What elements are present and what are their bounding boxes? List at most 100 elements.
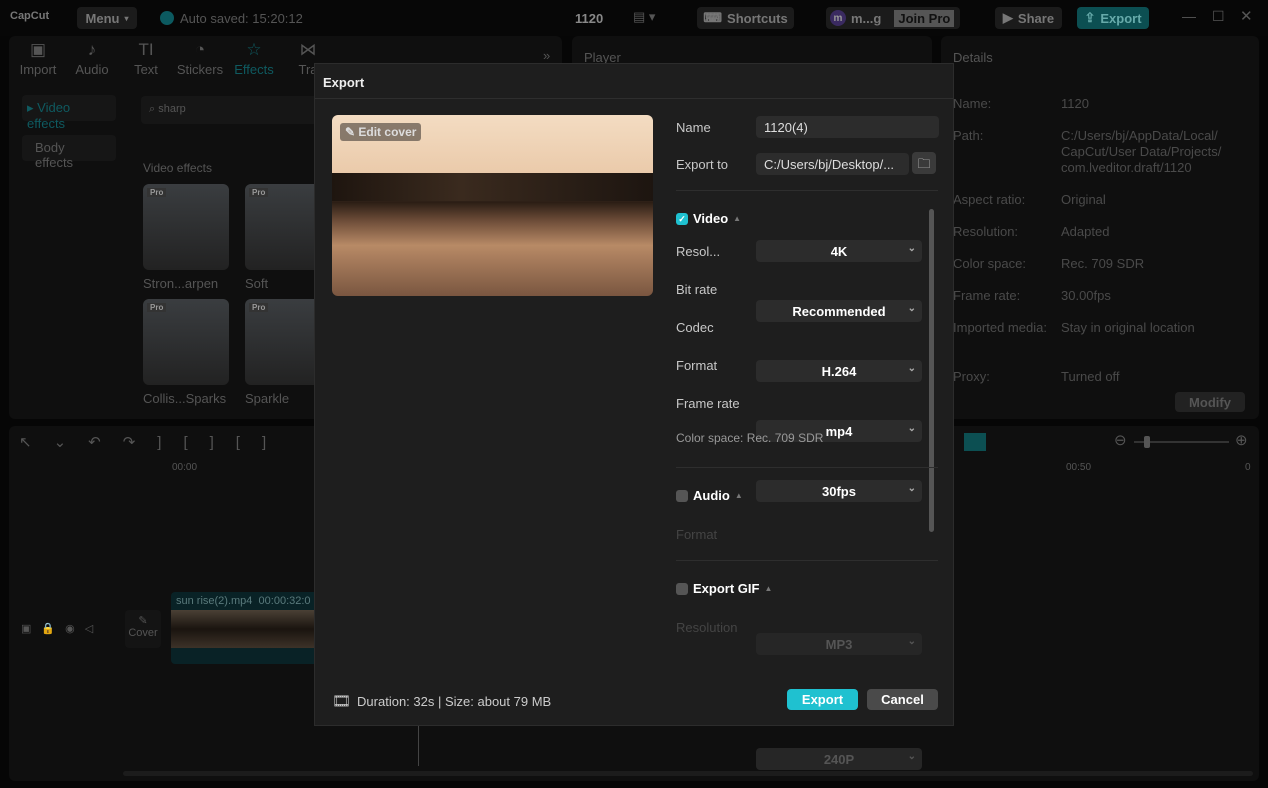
zoom-slider[interactable] — [1134, 436, 1229, 448]
bitrate-select[interactable]: Recommended ⌄ — [756, 300, 922, 322]
modify-button[interactable]: Modify — [1175, 392, 1245, 412]
resolution-select[interactable]: 4K ⌄ — [756, 240, 922, 262]
tab-label: Effects — [234, 62, 274, 77]
gif-section-toggle[interactable]: Export GIF ▲ — [676, 581, 772, 596]
details-list: Name: 1120 Path: C:/Users/bj/AppData/Local… — [953, 96, 1243, 384]
sidebar-item-body-effects[interactable]: Body effects — [22, 135, 116, 170]
check-circle-icon — [160, 11, 174, 25]
zoom-out-icon[interactable]: ⊖ — [1114, 431, 1127, 449]
folder-icon[interactable]: 🗀 — [912, 152, 936, 174]
settings-scrollbar[interactable] — [929, 209, 934, 532]
export-path-input[interactable]: C:/Users/bj/Desktop/... — [756, 153, 909, 175]
export-button[interactable]: Export — [787, 689, 858, 710]
zoom-in-icon[interactable]: ⊕ — [1235, 431, 1248, 449]
details-title: Details — [953, 50, 993, 65]
select-value: 240P — [823, 751, 855, 767]
pro-badge: Pro — [249, 303, 269, 312]
detail-key: Aspect ratio: — [953, 192, 1026, 207]
chevron-down-icon: ⌄ — [907, 243, 916, 254]
video-checkbox[interactable]: ✓ — [676, 212, 688, 225]
link-toggle-icon[interactable] — [964, 433, 986, 451]
edit-cover-button[interactable]: ✎ Edit cover — [340, 123, 422, 141]
detail-key: Proxy: — [953, 369, 990, 384]
tab-import[interactable]: ▣ Import — [11, 40, 65, 77]
transitions-icon: ⋈ — [299, 40, 317, 59]
more-tabs-icon[interactable]: » — [543, 48, 550, 63]
format-label: Format — [676, 358, 718, 373]
detail-key: Name: — [953, 96, 992, 111]
audio-icon: ♪ — [87, 40, 97, 59]
chevron-down-icon: ⌄ — [907, 751, 916, 762]
audio-section-toggle[interactable]: Audio ▲ — [676, 488, 743, 503]
minimize-icon[interactable]: — — [1182, 8, 1196, 24]
collapse-caret-icon: ▲ — [764, 584, 773, 593]
divider — [315, 98, 953, 99]
chevron-down-icon: ▾ — [124, 13, 129, 23]
close-icon[interactable]: ✕ — [1240, 7, 1253, 25]
video-section-toggle[interactable]: ✓ Video ▲ — [676, 211, 741, 226]
bitrate-label: Bit rate — [676, 282, 718, 297]
detail-key: Resolution: — [953, 224, 1019, 239]
layout-icon[interactable]: ▤ ▾ — [633, 9, 655, 25]
zoom-slider-handle[interactable] — [1144, 436, 1150, 448]
tab-effects[interactable]: ☆ Effects — [227, 40, 281, 77]
audio-checkbox[interactable] — [676, 489, 688, 502]
edit-icon: ✎ — [138, 615, 148, 627]
cover-button[interactable]: ✎ Cover — [125, 610, 161, 648]
track-controls[interactable]: ▣🔒◉◁ — [21, 622, 103, 635]
detail-row: Color space: Rec. 709 SDR — [953, 256, 1243, 288]
collapse-caret-icon: ▲ — [733, 214, 742, 223]
gif-checkbox[interactable] — [676, 582, 688, 595]
detail-row: Imported media: Stay in original location — [953, 320, 1243, 369]
chevron-down-icon: ⌄ — [907, 483, 916, 494]
menu-button[interactable]: Menu ▾ — [77, 7, 137, 29]
horizontal-scrollbar[interactable] — [123, 771, 1253, 776]
gif-resolution-select[interactable]: 240P ⌄ — [756, 748, 922, 770]
framerate-select[interactable]: 30fps ⌄ — [756, 480, 922, 502]
codec-select[interactable]: H.264 ⌄ — [756, 360, 922, 382]
effect-card[interactable]: Pro Stron...arpen — [143, 184, 229, 291]
video-clip[interactable]: sun rise(2).mp4 00:00:32:0 — [171, 592, 321, 664]
gif-resolution-label: Resolution — [676, 620, 738, 635]
pro-badge: Pro — [147, 188, 167, 197]
sidebar-item-video-effects[interactable]: ▸ Video effects — [22, 95, 116, 131]
effects-icon: ☆ — [246, 40, 262, 59]
detail-row: Resolution: Adapted — [953, 224, 1243, 256]
detail-key: Path: — [953, 128, 984, 143]
share-button[interactable]: ▶ Share — [995, 7, 1062, 29]
detail-value: 30.00fps — [1061, 288, 1111, 303]
shortcuts-button[interactable]: ⌨ Shortcuts — [697, 7, 794, 29]
tab-label: Stickers — [176, 62, 224, 77]
cancel-button[interactable]: Cancel — [867, 689, 938, 710]
treeline — [332, 173, 653, 201]
audio-format-select[interactable]: MP3 ⌄ — [756, 633, 922, 655]
menu-label: Menu — [85, 10, 120, 26]
export-top-button[interactable]: ⇪ Export — [1077, 7, 1149, 29]
ruler-start: 00:00 — [172, 462, 198, 473]
divider — [676, 467, 938, 468]
clip-label: sun rise(2).mp4 00:00:32:0 — [171, 592, 321, 610]
text-icon: TI — [138, 40, 154, 59]
detail-value: Stay in original location — [1061, 320, 1195, 335]
search-input[interactable]: ⌕ sharp — [141, 96, 341, 124]
detail-key: Imported media: — [953, 320, 1047, 335]
details-panel: Details Name: 1120 Path: C:/Users/bj/AppDa… — [941, 36, 1259, 419]
maximize-icon[interactable]: ☐ — [1212, 8, 1225, 25]
media-toolbar: ▣ Import ♪ Audio TI Text ◔ Stickers ☆ Effects… — [11, 40, 335, 77]
tab-audio[interactable]: ♪ Audio — [65, 40, 119, 77]
detail-value: Adapted — [1061, 224, 1110, 239]
effect-card[interactable]: Pro Collis...Sparks — [143, 299, 229, 406]
timeline-tools[interactable]: ↖⌄↶↷][][] — [19, 433, 288, 451]
join-pro-button[interactable]: Join Pro — [894, 9, 955, 27]
edit-cover-label: Edit cover — [358, 125, 417, 139]
account-button[interactable]: m m...g Join Pro — [826, 7, 960, 29]
tab-label: Import — [19, 62, 57, 77]
tab-stickers[interactable]: ◔ Stickers — [173, 40, 227, 77]
chevron-down-icon: ⌄ — [907, 423, 916, 434]
name-input[interactable]: 1120(4) — [756, 116, 939, 138]
select-value: H.264 — [821, 363, 857, 379]
tab-text[interactable]: TI Text — [119, 40, 173, 77]
pro-badge: Pro — [249, 188, 269, 197]
autosave-status: Auto saved: 15:20:12 — [180, 11, 303, 26]
detail-value: 1120 — [1061, 96, 1089, 111]
